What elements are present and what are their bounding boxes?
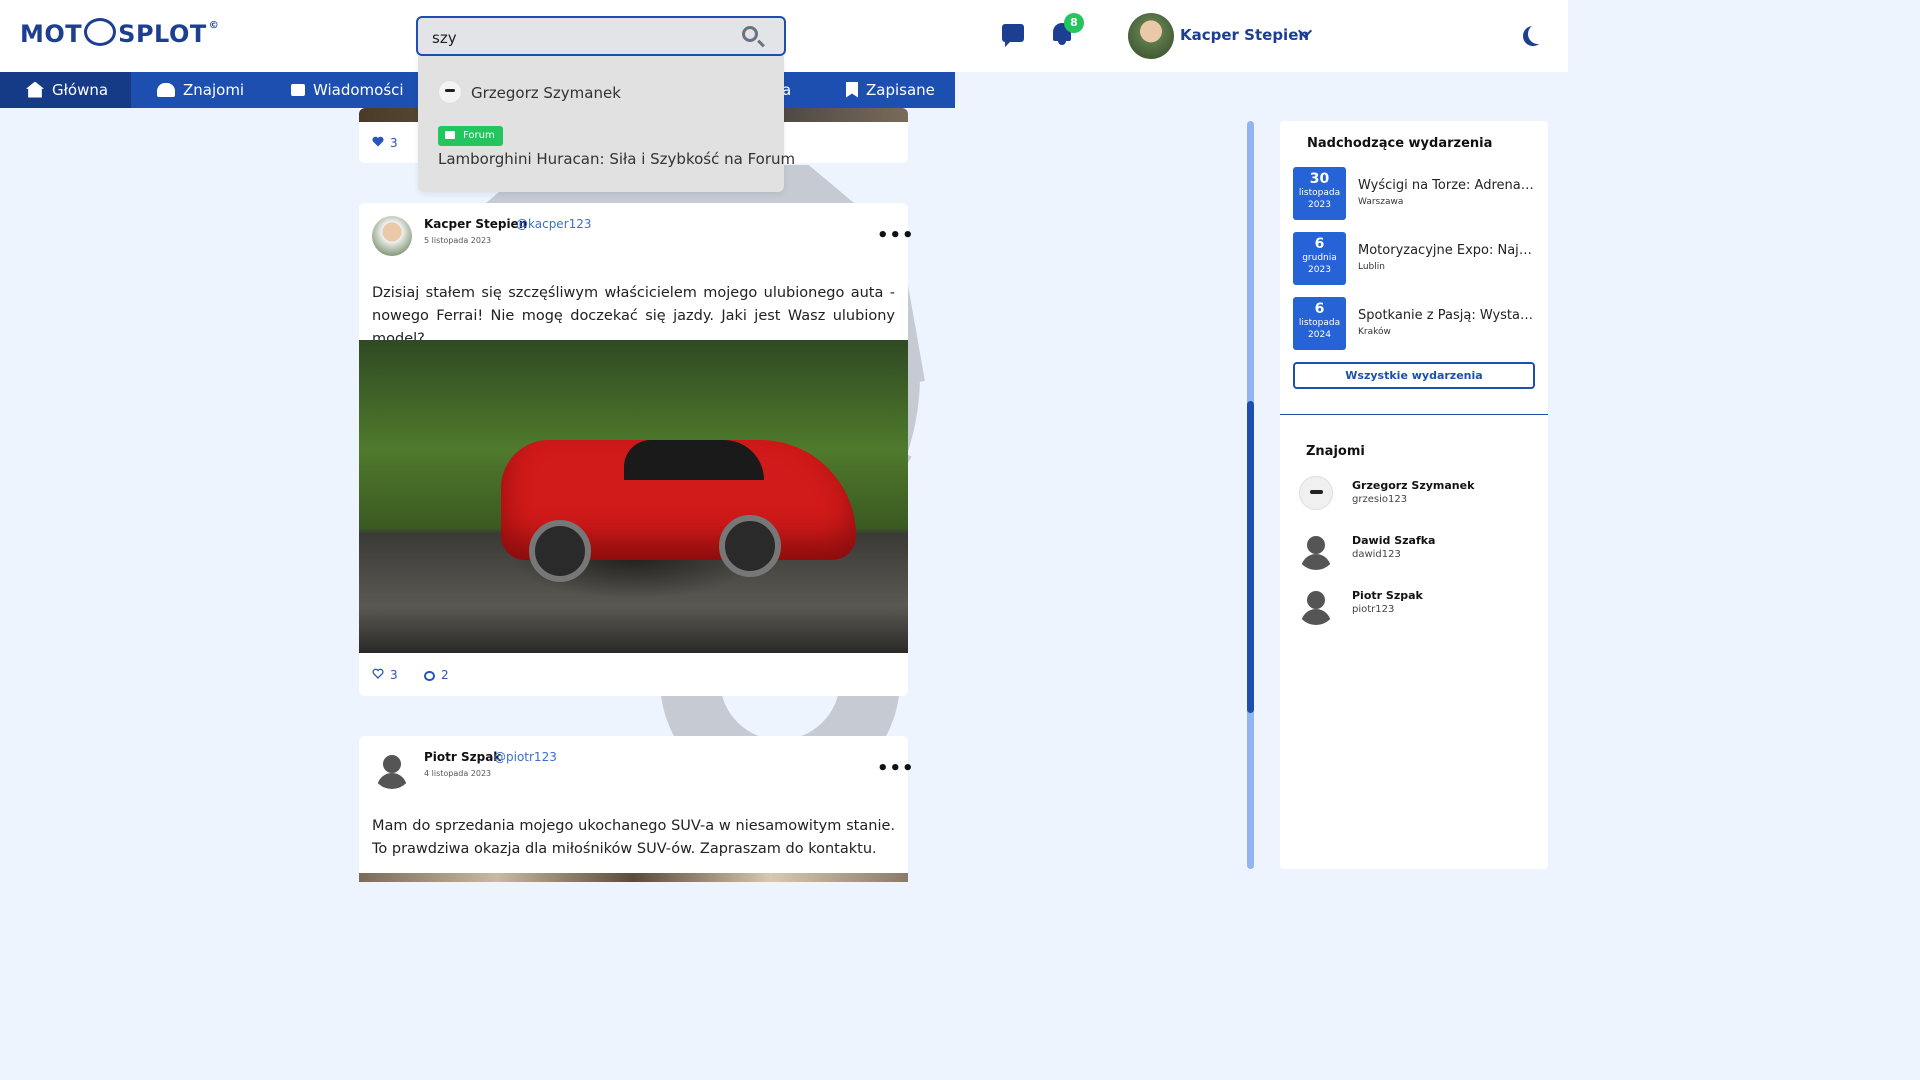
post-date: 4 listopada 2023 bbox=[424, 769, 492, 778]
event-place: Kraków bbox=[1358, 327, 1391, 337]
friend-name: Piotr Szpak bbox=[1352, 589, 1423, 602]
forum-badge-label: Forum bbox=[463, 130, 495, 141]
comment-button[interactable]: 2 bbox=[424, 668, 449, 682]
author-handle[interactable]: @kacper123 bbox=[516, 217, 592, 231]
event-year: 2023 bbox=[1308, 200, 1331, 210]
events-title: Nadchodzące wydarzenia bbox=[1307, 136, 1493, 151]
messages-icon[interactable] bbox=[1002, 24, 1024, 47]
logo-text-right: SPLOT bbox=[118, 20, 207, 48]
nav-label: Główna bbox=[52, 81, 109, 99]
car-wheel bbox=[719, 515, 781, 577]
comment-icon bbox=[424, 670, 435, 681]
event-place: Lublin bbox=[1358, 262, 1385, 272]
event-year: 2023 bbox=[1308, 265, 1331, 275]
logo[interactable]: MOT SPLOT © bbox=[20, 18, 220, 49]
event-month: listopada bbox=[1298, 188, 1341, 198]
top-bar: MOT SPLOT© 8 Kacper Stepien bbox=[0, 0, 1568, 72]
search-input[interactable] bbox=[430, 26, 724, 50]
author-avatar[interactable] bbox=[372, 216, 412, 256]
post-card: Piotr Szpak @piotr123 4 listopada 2023 •… bbox=[359, 736, 914, 882]
nav-label: Zapisane bbox=[866, 81, 935, 99]
event-place: Warszawa bbox=[1358, 197, 1404, 207]
car-wheel bbox=[529, 520, 591, 582]
result-user-name: Grzegorz Szymanek bbox=[471, 84, 621, 102]
logo-text-left: MOT bbox=[20, 20, 83, 48]
nav-item-friends[interactable]: Znajomi bbox=[157, 72, 244, 108]
nav-item-messages[interactable]: Wiadomości bbox=[291, 72, 404, 108]
event-month: listopada bbox=[1298, 318, 1341, 328]
author-name[interactable]: Kacper Stepien bbox=[424, 217, 527, 231]
users-icon bbox=[157, 82, 175, 97]
like-count: 3 bbox=[390, 136, 398, 150]
friend-handle: grzesio123 bbox=[1352, 494, 1408, 505]
search-icon[interactable] bbox=[742, 26, 758, 42]
post-menu-icon[interactable]: ••• bbox=[877, 225, 915, 246]
like-button[interactable]: 3 bbox=[372, 136, 398, 150]
event-day: 6 bbox=[1314, 236, 1325, 252]
friend-avatar bbox=[1296, 530, 1336, 570]
forum-badge: Forum bbox=[438, 126, 503, 146]
friend-name: Grzegorz Szymanek bbox=[1352, 479, 1475, 492]
like-button[interactable]: 3 bbox=[372, 668, 398, 682]
event-day: 6 bbox=[1314, 301, 1325, 317]
nav-label: Znajomi bbox=[183, 81, 245, 99]
search-box[interactable] bbox=[416, 16, 786, 56]
author-name[interactable]: Piotr Szpak bbox=[424, 750, 501, 764]
event-title: Motoryzacyjne Expo: Najnowsze bbox=[1358, 243, 1536, 258]
home-icon bbox=[26, 81, 44, 98]
author-handle[interactable]: @piotr123 bbox=[494, 750, 557, 764]
event-day: 30 bbox=[1309, 171, 1330, 187]
dark-mode-moon-icon[interactable] bbox=[1528, 24, 1548, 44]
event-date-badge: 30 listopada 2023 bbox=[1293, 167, 1346, 220]
user-avatar[interactable] bbox=[1128, 13, 1174, 59]
message-icon bbox=[291, 83, 305, 96]
friends-title: Znajomi bbox=[1306, 444, 1365, 459]
like-count: 3 bbox=[390, 668, 398, 682]
post-date: 5 listopada 2023 bbox=[424, 236, 492, 245]
friend-handle: dawid123 bbox=[1352, 549, 1401, 560]
friend-avatar bbox=[1296, 585, 1336, 625]
event-date-badge: 6 grudnia 2023 bbox=[1293, 232, 1346, 285]
nav-label: Wiadomości bbox=[313, 81, 404, 99]
author-avatar[interactable] bbox=[372, 749, 412, 789]
event-year: 2024 bbox=[1308, 330, 1331, 340]
event-date-badge: 6 listopada 2024 bbox=[1293, 297, 1346, 350]
bookmark-icon bbox=[846, 81, 858, 98]
friend-name: Dawid Szafka bbox=[1352, 534, 1436, 547]
panel-divider bbox=[1280, 414, 1548, 415]
post-image[interactable] bbox=[359, 873, 908, 882]
all-events-button[interactable]: Wszystkie wydarzenia bbox=[1293, 362, 1535, 389]
nav-item-saved[interactable]: Zapisane bbox=[846, 72, 935, 108]
heart-icon bbox=[372, 136, 384, 147]
post-menu-icon[interactable]: ••• bbox=[877, 758, 915, 779]
nav-item-home[interactable]: Główna bbox=[0, 72, 131, 108]
forum-icon bbox=[445, 131, 455, 139]
friend-handle: piotr123 bbox=[1352, 604, 1395, 615]
search-results-dropdown: Grzegorz Szymanek Forum Lamborghini Hura… bbox=[418, 56, 795, 192]
event-title: Wyścigi na Torze: Adrenalina bbox=[1358, 178, 1536, 193]
post-card: Kacper Stepien @kacper123 5 listopada 20… bbox=[359, 203, 914, 696]
post-text: Mam do sprzedania mojego ukochanego SUV-… bbox=[372, 818, 895, 857]
feed-scrollbar-thumb[interactable] bbox=[1247, 401, 1254, 713]
heart-outline-icon bbox=[372, 668, 384, 679]
event-month: grudnia bbox=[1302, 253, 1337, 263]
comment-count: 2 bbox=[441, 668, 449, 682]
logo-mark: © bbox=[208, 20, 220, 31]
event-title: Spotkanie z Pasją: Wystawa bbox=[1358, 308, 1536, 323]
result-forum-title: Lamborghini Huracan: Siła i Szybkość na … bbox=[438, 150, 796, 168]
turbo-logo-icon bbox=[84, 18, 117, 46]
car-window bbox=[624, 440, 764, 480]
right-sidebar: Nadchodzące wydarzenia 30 listopada 2023… bbox=[1280, 121, 1548, 869]
result-avatar bbox=[438, 80, 462, 104]
friend-avatar bbox=[1299, 476, 1333, 510]
notification-badge: 8 bbox=[1064, 13, 1084, 33]
post-image[interactable] bbox=[359, 340, 908, 653]
user-name[interactable]: Kacper Stepien bbox=[1180, 26, 1309, 44]
